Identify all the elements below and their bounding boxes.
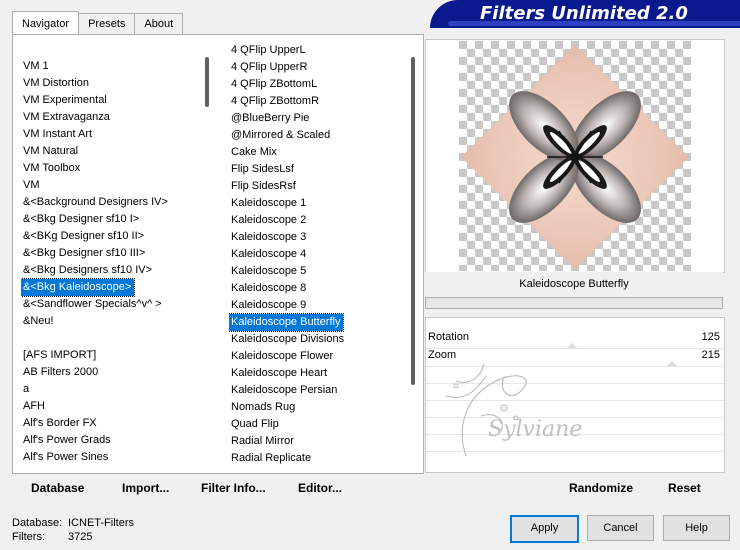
filter-item[interactable]: Kaleidoscope 9 <box>229 297 409 314</box>
database-label: Database: <box>12 517 63 529</box>
category-item[interactable]: &<Bkg Designers sf10 IV> <box>21 262 201 279</box>
filter-scrollbar-thumb[interactable] <box>411 57 415 385</box>
database-button-label: Database <box>31 481 85 495</box>
filters-count-value: 3725 <box>68 531 93 543</box>
filter-item[interactable]: Kaleidoscope 1 <box>229 195 409 212</box>
category-scrollbar-thumb[interactable] <box>205 57 209 107</box>
tab-presets[interactable]: Presets <box>78 13 136 34</box>
filter-item[interactable]: Kaleidoscope 2 <box>229 212 409 229</box>
category-item[interactable]: VM Toolbox <box>21 160 201 177</box>
filter-item[interactable]: Flip SidesLsf <box>229 161 409 178</box>
app-title: Filters Unlimited 2.0 <box>480 3 688 24</box>
database-info: Database: ICNET-Filters Filters: 3725 <box>12 516 134 544</box>
filter-item[interactable]: Kaleidoscope Heart <box>229 365 409 382</box>
category-item[interactable]: VM 1 <box>21 58 201 75</box>
filter-item[interactable]: @BlueBerry Pie <box>229 110 409 127</box>
filter-item-wrapper: Kaleidoscope Butterfly <box>229 313 409 332</box>
watermark-signature: Sylviane <box>445 363 582 457</box>
filter-item[interactable]: Kaleidoscope 8 <box>229 280 409 297</box>
randomize-button[interactable]: Randomize <box>569 481 633 495</box>
category-item[interactable]: AFH <box>21 398 201 415</box>
tab-navigator[interactable]: Navigator <box>12 11 80 34</box>
database-value: ICNET-Filters <box>68 517 134 529</box>
category-item[interactable]: VM Extravaganza <box>21 109 201 126</box>
category-item[interactable]: Alf's Border FX <box>21 415 201 432</box>
preview-image <box>459 41 691 271</box>
parameter-panel: Rotation 125 Zoom 215 Sylviane <box>425 317 725 473</box>
category-item[interactable]: a <box>21 381 201 398</box>
tab-strip: Navigator Presets About <box>12 11 184 35</box>
apply-button[interactable]: Apply <box>510 515 579 543</box>
filter-item[interactable]: Kaleidoscope 4 <box>229 246 409 263</box>
editor-button-label: Editor... <box>298 481 343 495</box>
preview-area <box>425 39 725 273</box>
category-item[interactable]: AB Filters 2000 <box>21 364 201 381</box>
filter-scrollbar[interactable] <box>407 43 419 471</box>
filter-item[interactable]: Flip SidesRsf <box>229 178 409 195</box>
filter-info-button-label: Filter Info... <box>201 481 266 495</box>
category-item[interactable]: VM Instant Art <box>21 126 201 143</box>
category-item[interactable]: &<Sandflower Specials^v^ > <box>21 296 201 313</box>
category-item[interactable]: &<BKg Designer sf10 II> <box>21 228 201 245</box>
filter-item[interactable]: Kaleidoscope Flower <box>229 348 409 365</box>
filter-item[interactable]: 4 QFlip UpperL <box>229 42 409 59</box>
filter-item[interactable]: 4 QFlip UpperR <box>229 59 409 76</box>
filter-item[interactable]: Cake Mix <box>229 144 409 161</box>
category-item[interactable]: &Neu! <box>21 313 201 330</box>
filter-item[interactable]: Nomads Rug <box>229 399 409 416</box>
app-title-banner: Filters Unlimited 2.0 <box>430 0 740 30</box>
preview-progress-bar <box>425 297 723 309</box>
cancel-button[interactable]: Cancel <box>587 515 654 541</box>
reset-button-label: Reset <box>668 481 701 495</box>
category-item[interactable]: &<Background Designers IV> <box>21 194 201 211</box>
preview-filter-name: Kaleidoscope Butterfly <box>425 272 723 296</box>
filter-item[interactable]: 4 QFlip ZBottomL <box>229 76 409 93</box>
filter-item[interactable]: Radial Replicate <box>229 450 409 467</box>
param-value-rotation: 125 <box>701 331 720 343</box>
import-button-label: Import... <box>122 481 170 495</box>
navigator-panel: VM 1 VM Distortion VM Experimental VM Extra… <box>12 34 424 474</box>
category-scrollbar[interactable] <box>201 43 213 471</box>
filter-item[interactable]: Kaleidoscope Butterfly <box>229 313 345 332</box>
filter-item[interactable]: 4 QFlip ZBottomR <box>229 93 409 110</box>
filter-item[interactable]: @Mirrored & Scaled <box>229 127 409 144</box>
category-item-wrapper: &<Bkg Kaleidoscope> <box>21 278 201 297</box>
category-item[interactable]: &<Bkg Designer sf10 I> <box>21 211 201 228</box>
category-item[interactable]: VM Experimental <box>21 92 201 109</box>
watermark-text: Sylviane <box>488 417 582 442</box>
category-item[interactable]: &<Bkg Kaleidoscope> <box>21 278 136 297</box>
editor-button[interactable]: Editor... <box>298 481 342 495</box>
tab-about[interactable]: About <box>134 13 184 34</box>
category-item[interactable]: VM Natural <box>21 143 201 160</box>
category-item[interactable]: Alf's Power Grads <box>21 432 201 449</box>
reset-button[interactable]: Reset <box>668 481 701 495</box>
category-item[interactable]: Alf's Power Sines <box>21 449 201 466</box>
import-button[interactable]: Import... <box>122 481 169 495</box>
filter-item[interactable]: Quad Flip <box>229 416 409 433</box>
filter-item[interactable]: Kaleidoscope Divisions <box>229 331 409 348</box>
param-name-rotation: Rotation <box>428 331 469 343</box>
help-button[interactable]: Help <box>663 515 730 541</box>
filters-count-label: Filters: <box>12 531 45 543</box>
param-value-zoom: 215 <box>701 349 720 361</box>
category-item[interactable]: VM Distortion <box>21 75 201 92</box>
category-list[interactable]: VM 1 VM Distortion VM Experimental VM Extra… <box>21 58 201 502</box>
randomize-button-label: Randomize <box>569 481 634 495</box>
filter-item[interactable]: Radial Mirror <box>229 433 409 450</box>
filter-item[interactable]: Kaleidoscope 3 <box>229 229 409 246</box>
filter-list[interactable]: 4 QFlip UpperL 4 QFlip UpperR 4 QFlip ZBot… <box>229 42 409 503</box>
filter-item[interactable]: Kaleidoscope Persian <box>229 382 409 399</box>
category-item[interactable]: &<Bkg Designer sf10 III> <box>21 245 201 262</box>
filter-item[interactable]: Kaleidoscope 5 <box>229 263 409 280</box>
database-button[interactable]: Database <box>31 481 84 495</box>
filter-info-button[interactable]: Filter Info... <box>201 481 266 495</box>
category-item[interactable]: VM <box>21 177 201 194</box>
category-item[interactable]: [AFS IMPORT] <box>21 347 201 364</box>
